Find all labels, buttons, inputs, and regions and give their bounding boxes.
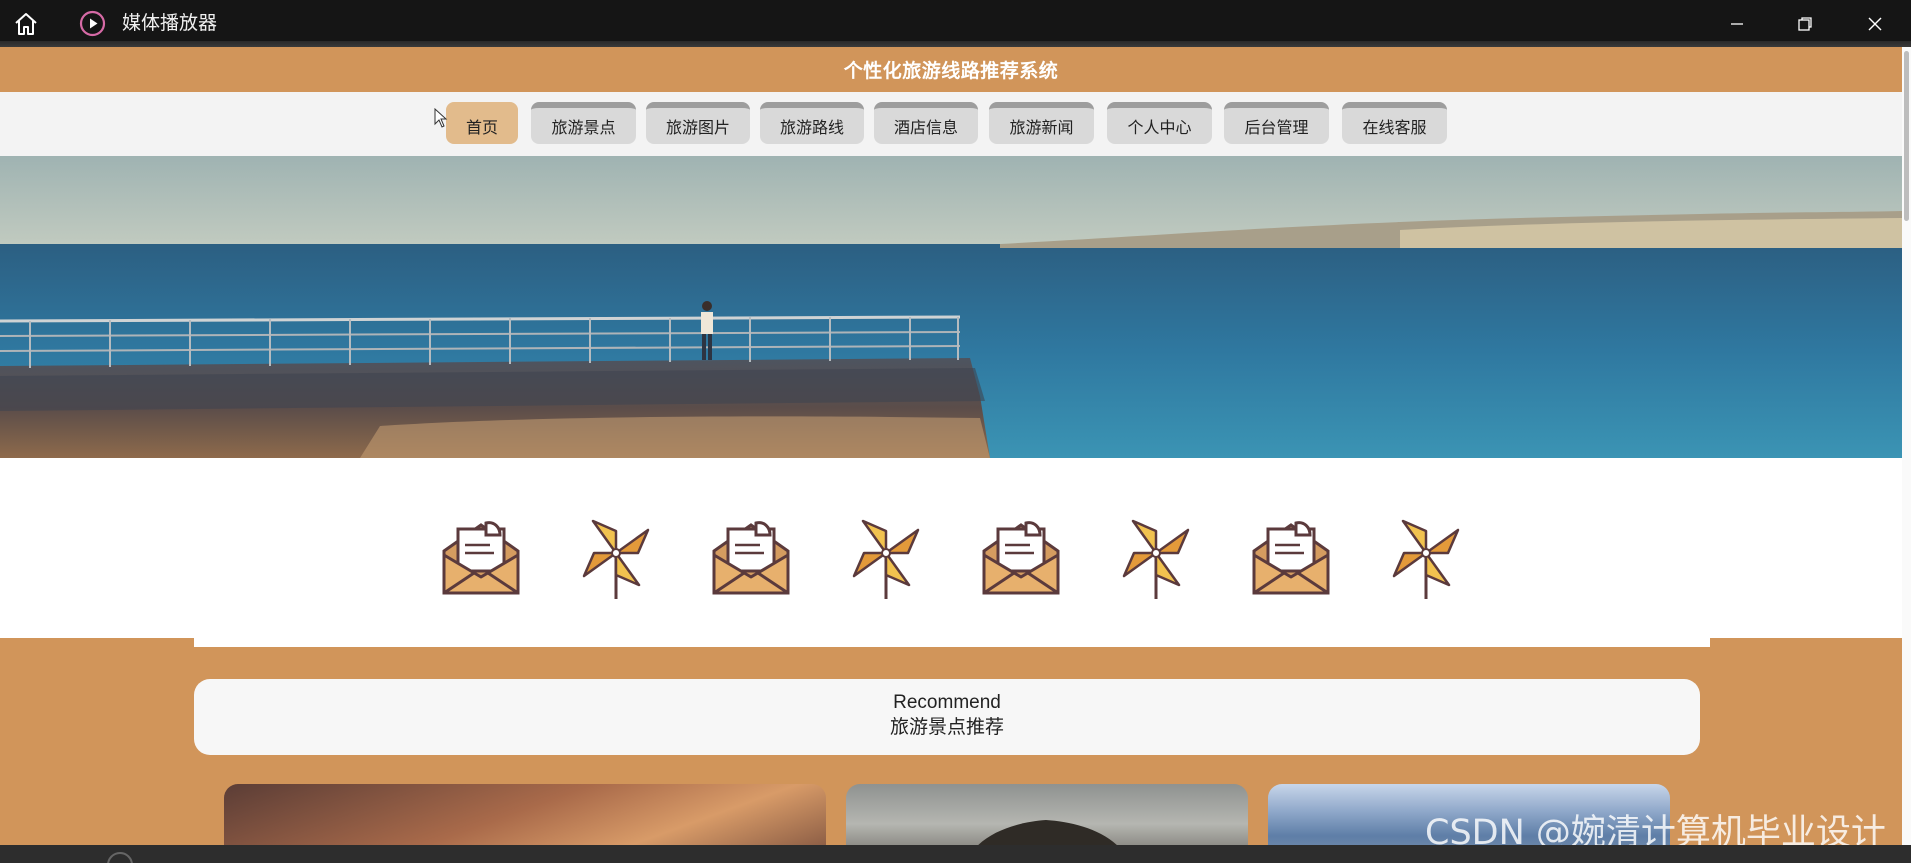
pinwheel-icon: [573, 515, 659, 601]
pinwheel-icon: [1113, 515, 1199, 601]
pinwheel-icon: [843, 515, 929, 601]
close-icon[interactable]: [1841, 0, 1909, 47]
home-icon[interactable]: [13, 11, 39, 37]
page-scrollbar[interactable]: [1902, 47, 1911, 845]
player-control-bar: [0, 845, 1911, 863]
recommend-title-en: Recommend: [893, 692, 1001, 713]
envelope-icon: [978, 515, 1064, 601]
site-header: 个性化旅游线路推荐系统: [0, 47, 1902, 92]
nav-home[interactable]: 首页: [446, 102, 518, 144]
main-nav: 首页 旅游景点 旅游图片 旅游路线 酒店信息 旅游新闻 个人中心 后台管理 在线…: [0, 92, 1902, 156]
media-player-icon: [79, 10, 106, 37]
pinwheel-icon: [1383, 515, 1469, 601]
scrollbar-thumb[interactable]: [1904, 51, 1909, 221]
hero-banner-image: [0, 156, 1902, 458]
decor-strip-base: [194, 638, 1710, 647]
nav-travel-photos[interactable]: 旅游图片: [646, 102, 750, 144]
site-title: 个性化旅游线路推荐系统: [843, 61, 1059, 82]
recommend-title-cn: 旅游景点推荐: [889, 717, 1004, 738]
scenic-spot-card[interactable]: [846, 784, 1248, 845]
decor-icons-strip: [0, 458, 1902, 638]
nav-online-service[interactable]: 在线客服: [1342, 102, 1447, 144]
nav-admin[interactable]: 后台管理: [1224, 102, 1329, 144]
mouse-cursor-icon: [434, 107, 448, 133]
nav-scenic-spots[interactable]: 旅游景点: [531, 102, 636, 144]
recommend-section-header: Recommend 旅游景点推荐: [194, 679, 1700, 755]
envelope-icon: [438, 515, 524, 601]
nav-travel-routes[interactable]: 旅游路线: [760, 102, 864, 144]
nav-hotel-info[interactable]: 酒店信息: [874, 102, 978, 144]
minimize-icon[interactable]: [1703, 0, 1771, 47]
nav-travel-news[interactable]: 旅游新闻: [989, 102, 1094, 144]
player-titlebar: 媒体播放器: [0, 0, 1911, 47]
scenic-spot-card[interactable]: [224, 784, 826, 845]
video-frame: 个性化旅游线路推荐系统 首页 旅游景点 旅游图片 旅游路线 酒店信息 旅游新闻 …: [0, 47, 1902, 845]
maximize-icon[interactable]: [1771, 0, 1839, 47]
player-title: 媒体播放器: [122, 13, 218, 34]
envelope-icon: [708, 515, 794, 601]
nav-personal-center[interactable]: 个人中心: [1107, 102, 1212, 144]
envelope-icon: [1248, 515, 1334, 601]
